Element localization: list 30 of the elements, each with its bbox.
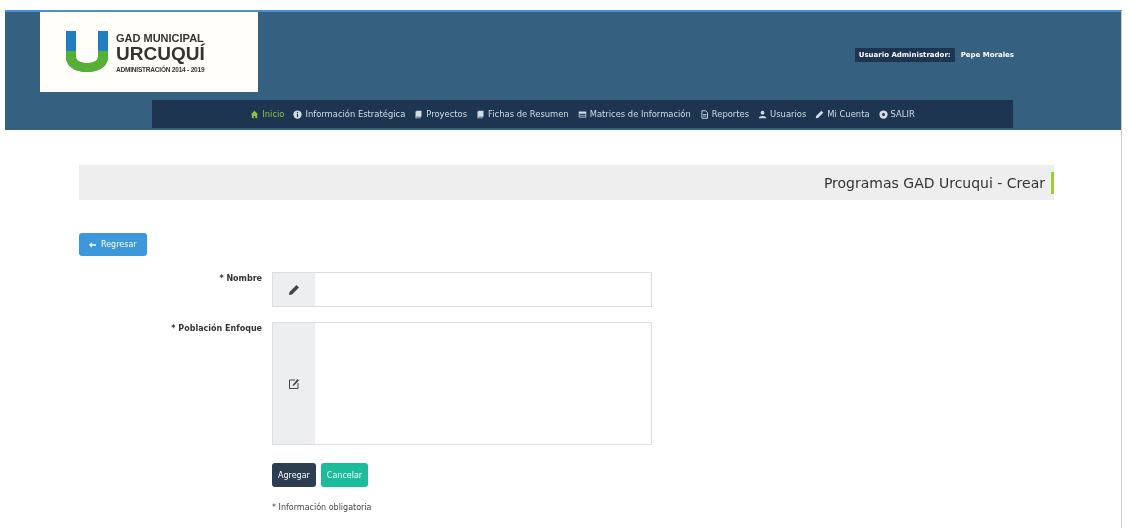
pencil-icon <box>288 283 300 296</box>
text-area[interactable] <box>272 322 652 445</box>
file-icon <box>699 109 709 119</box>
user-icon <box>758 109 768 119</box>
pencil-icon <box>815 109 825 119</box>
book-icon <box>414 109 424 119</box>
page-title: Programas GAD Urcuqui - Crear <box>823 171 1054 194</box>
required-note: * Información obligatoria <box>272 503 373 512</box>
field-label: * Nombre <box>219 274 262 283</box>
nav-link[interactable]: Usuarios <box>758 109 807 119</box>
nav-link[interactable]: Mi Cuenta <box>815 109 870 119</box>
home-icon <box>250 109 260 119</box>
nav-link[interactable]: Matrices de Información <box>577 109 691 119</box>
edit-icon <box>288 377 300 390</box>
gear-icon <box>878 109 888 119</box>
nav-link[interactable]: Información Estratégica <box>293 109 406 119</box>
table-icon <box>577 109 587 119</box>
field-label: * Población Enfoque <box>171 324 262 333</box>
add-button[interactable]: Agregar <box>272 463 316 487</box>
logo-name: URCUQUÍ <box>116 43 205 63</box>
nav-link[interactable]: Inicio <box>250 109 285 119</box>
nav-link[interactable]: Proyectos <box>414 109 468 119</box>
arrow-left-icon <box>89 241 96 248</box>
book-icon <box>476 109 486 119</box>
info-icon <box>293 109 303 119</box>
logo-title: GAD MUNICIPAL <box>116 31 204 44</box>
nav-link[interactable]: Reportes <box>699 109 750 119</box>
nav-link[interactable]: Fichas de Resumen <box>476 109 569 119</box>
input-field[interactable] <box>272 272 652 307</box>
nav-link[interactable]: SALIR <box>878 109 915 119</box>
